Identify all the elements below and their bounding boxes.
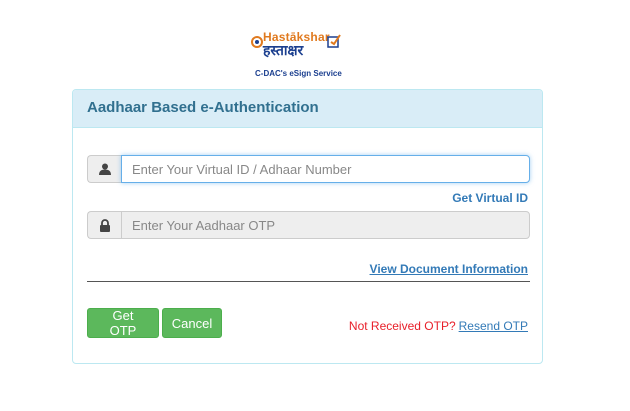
esign-circle-icon: [251, 36, 263, 48]
get-otp-button[interactable]: Get OTP: [87, 308, 159, 338]
panel-title: Aadhaar Based e-Authentication: [73, 90, 542, 128]
not-received-text: Not Received OTP?: [348, 319, 456, 333]
hastakshar-logo: Hastākshar हस्ताक्षर C-DAC's eSign Servi…: [249, 30, 349, 82]
resend-otp-link[interactable]: Resend OTP: [459, 319, 528, 333]
virtual-id-group: [87, 155, 530, 183]
logo-tagline: C-DAC's eSign Service: [255, 69, 342, 78]
get-virtual-id-link[interactable]: Get Virtual ID: [452, 191, 528, 205]
resend-row: Not Received OTP? Resend OTP: [349, 319, 528, 333]
otp-group: [87, 211, 530, 239]
user-icon: [98, 163, 111, 175]
view-document-link[interactable]: View Document Information: [370, 262, 528, 276]
lock-addon: [87, 211, 121, 239]
lock-icon: [99, 218, 110, 232]
divider: [87, 281, 530, 282]
logo-brand-hindi: हस्ताक्षर: [263, 43, 304, 59]
pen-check-icon: [327, 34, 341, 48]
cancel-button[interactable]: Cancel: [162, 308, 222, 338]
otp-input[interactable]: [121, 211, 530, 239]
auth-panel: Aadhaar Based e-Authentication Get Virtu…: [72, 89, 543, 364]
virtual-id-input[interactable]: [121, 155, 530, 183]
user-addon: [87, 155, 121, 183]
